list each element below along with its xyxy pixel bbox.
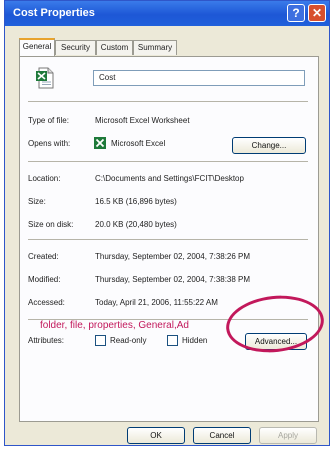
properties-window: Cost Properties ? ✕ General Security Cus…: [4, 0, 330, 446]
readonly-label: Read-only: [110, 336, 147, 345]
tab-security[interactable]: Security: [55, 40, 96, 55]
apply-button[interactable]: Apply: [259, 427, 317, 444]
help-button[interactable]: ?: [287, 4, 305, 22]
divider: [28, 101, 308, 102]
tab-custom[interactable]: Custom: [96, 40, 133, 55]
file-name-field[interactable]: Cost: [93, 70, 305, 86]
readonly-checkbox[interactable]: [95, 335, 106, 346]
change-button[interactable]: Change...: [232, 137, 306, 154]
hidden-label: Hidden: [182, 336, 208, 345]
accessed-label: Accessed:: [28, 298, 65, 307]
size-on-disk-label: Size on disk:: [28, 220, 74, 229]
excel-file-icon: [36, 67, 54, 89]
created-value: Thursday, September 02, 2004, 7:38:26 PM: [95, 252, 251, 261]
location-label: Location:: [28, 174, 61, 183]
tab-summary[interactable]: Summary: [133, 40, 177, 55]
size-label: Size:: [28, 197, 46, 206]
window-title: Cost Properties: [13, 7, 95, 19]
type-label: Type of file:: [28, 116, 69, 125]
tab-general[interactable]: General: [19, 38, 55, 56]
divider: [28, 161, 308, 162]
modified-value: Thursday, September 02, 2004, 7:38:38 PM: [95, 275, 251, 284]
size-value: 16.5 KB (16,896 bytes): [95, 197, 177, 206]
accessed-value: Today, April 21, 2006, 11:55:22 AM: [95, 298, 218, 307]
location-value: C:\Documents and Settings\FCIT\Desktop: [95, 174, 244, 183]
type-value: Microsoft Excel Worksheet: [95, 116, 190, 125]
cancel-button[interactable]: Cancel: [193, 427, 251, 444]
size-on-disk-value: 20.0 KB (20,480 bytes): [95, 220, 177, 229]
created-label: Created:: [28, 252, 59, 261]
attributes-label: Attributes:: [28, 336, 65, 345]
opens-with-label: Opens with:: [28, 139, 71, 148]
handwritten-annotation: folder, file, properties, General,Ad: [40, 320, 189, 331]
general-panel: Cost Type of file: Microsoft Excel Works…: [19, 56, 319, 422]
divider: [28, 239, 308, 240]
ok-button[interactable]: OK: [127, 427, 185, 444]
modified-label: Modified:: [28, 275, 61, 284]
close-button[interactable]: ✕: [308, 4, 326, 22]
hidden-checkbox[interactable]: [167, 335, 178, 346]
title-bar: Cost Properties ? ✕: [5, 1, 329, 26]
opens-with-value: Microsoft Excel: [111, 139, 166, 148]
excel-app-icon: [94, 137, 106, 149]
